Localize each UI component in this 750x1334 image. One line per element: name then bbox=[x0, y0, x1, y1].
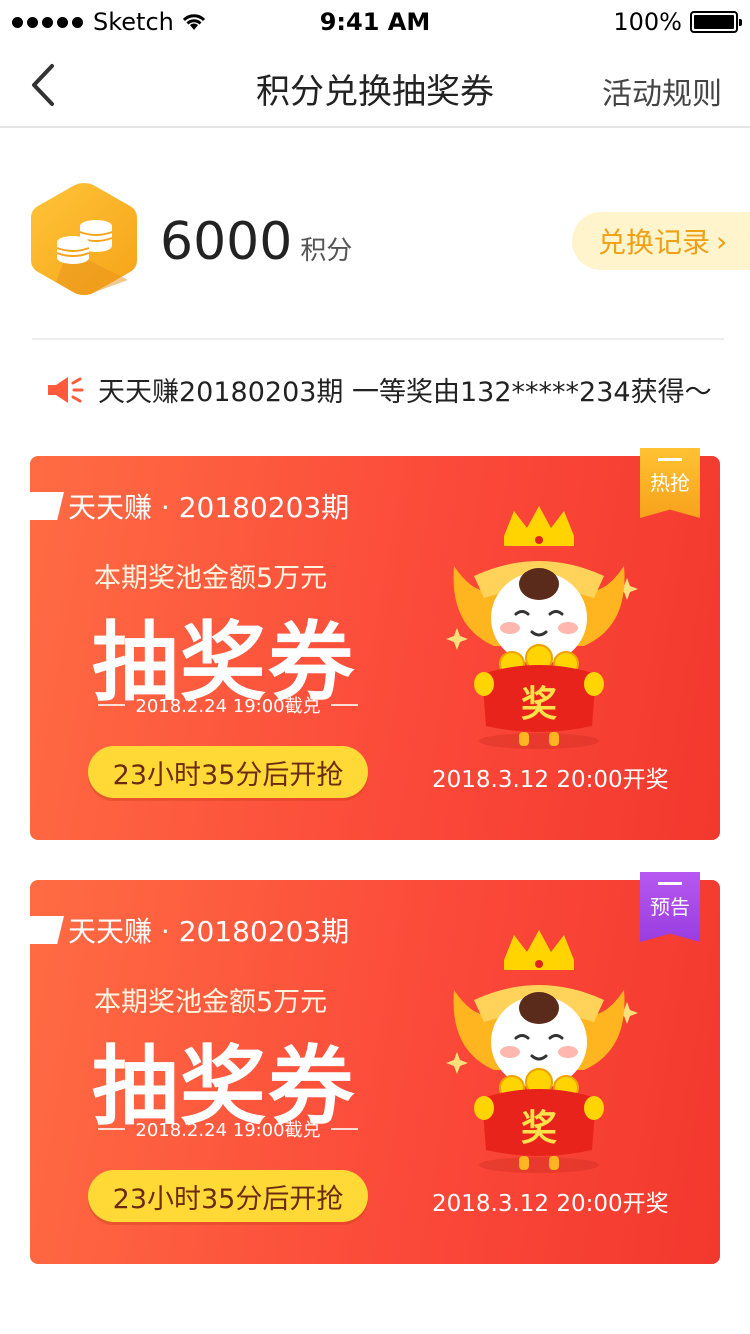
status-right: 100% bbox=[613, 8, 742, 36]
megaphone-icon bbox=[48, 376, 84, 403]
countdown-button[interactable]: 23小时35分后开抢 bbox=[88, 746, 368, 798]
countdown-button[interactable]: 23小时35分后开抢 bbox=[88, 1170, 368, 1222]
chevron-right-icon: › bbox=[716, 224, 728, 258]
winner-announcement: 天天赚20180203期 一等奖由132*****234获得～ bbox=[44, 370, 712, 409]
ticket-background: 天天赚 · 20180203期 本期奖池金额5万元 抽奖券 2018.2.24 … bbox=[30, 456, 720, 840]
preview-badge-label: 预告 bbox=[650, 895, 690, 919]
activity-rules-link[interactable]: 活动规则 bbox=[602, 69, 722, 113]
hot-badge: 热抢 bbox=[640, 448, 700, 518]
exchange-history-button[interactable]: 兑换记录 › bbox=[572, 212, 750, 270]
battery-percent: 100% bbox=[613, 8, 682, 36]
mascot-prize-label: 奖 bbox=[521, 684, 557, 725]
ticket-draw-time: 2018.3.12 20:00开奖 bbox=[432, 1191, 669, 1217]
ticket-background: 天天赚 · 20180203期 本期奖池金额5万元 抽奖券 2018.2.24 … bbox=[30, 880, 720, 1264]
status-bar: Sketch 9:41 AM 100% bbox=[0, 0, 750, 40]
ticket-draw-time: 2018.3.12 20:00开奖 bbox=[432, 767, 669, 793]
points-unit: 积分 bbox=[300, 236, 353, 266]
ticket-issue: 天天赚 · 20180203期 bbox=[68, 915, 350, 948]
ticket-flag bbox=[30, 492, 64, 520]
coins-icon bbox=[31, 183, 137, 295]
ticket-pool-amount: 本期奖池金额5万元 bbox=[94, 987, 328, 1018]
mascot-prize-label: 奖 bbox=[521, 1108, 557, 1149]
battery-icon bbox=[690, 11, 742, 33]
ticket-pool-amount: 本期奖池金额5万元 bbox=[94, 563, 328, 594]
preview-badge: 预告 bbox=[640, 872, 700, 942]
ticket-deadline: 2018.2.24 19:00截兑 bbox=[135, 696, 321, 717]
ticket-deadline-row: 2018.2.24 19:00截兑 bbox=[98, 692, 359, 718]
hot-badge-label: 热抢 bbox=[650, 471, 690, 495]
app-page: Sketch 9:41 AM 100% 积分兑换抽奖券 活动规则 6000 积分… bbox=[0, 0, 750, 1334]
ticket-issue: 天天赚 · 20180203期 bbox=[68, 491, 350, 524]
lottery-ticket-card[interactable]: 天天赚 · 20180203期 本期奖池金额5万元 抽奖券 2018.2.24 … bbox=[30, 872, 720, 1264]
navigation-bar: 积分兑换抽奖券 活动规则 bbox=[0, 40, 750, 128]
lottery-ticket-card[interactable]: 天天赚 · 20180203期 本期奖池金额5万元 抽奖券 2018.2.24 … bbox=[30, 448, 720, 840]
ticket-deadline-row: 2018.2.24 19:00截兑 bbox=[98, 1116, 359, 1142]
divider bbox=[32, 338, 724, 340]
ticket-deadline: 2018.2.24 19:00截兑 bbox=[135, 1120, 321, 1141]
mascot-icon: 奖 bbox=[446, 506, 638, 749]
points-section: 6000 积分 兑换记录 › bbox=[0, 128, 750, 340]
announcement-text: 天天赚20180203期 一等奖由132*****234获得～ bbox=[98, 377, 712, 408]
points-balance: 6000 积分 bbox=[160, 212, 352, 272]
points-number: 6000 bbox=[160, 212, 293, 272]
ticket-flag bbox=[30, 916, 64, 944]
exchange-history-label: 兑换记录 bbox=[598, 226, 711, 259]
mascot-icon: 奖 bbox=[446, 930, 638, 1173]
